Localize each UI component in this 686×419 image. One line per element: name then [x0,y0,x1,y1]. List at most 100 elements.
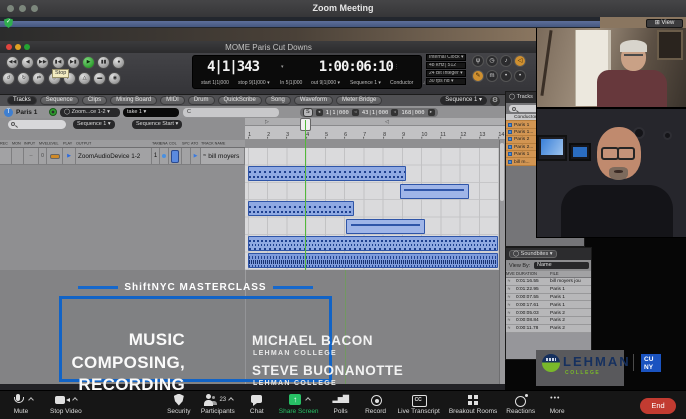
daw-tab[interactable]: QuickScribe [217,96,262,105]
mic-icon[interactable]: ψ [472,55,484,67]
column-header[interactable]: MVE [39,142,47,147]
aux-dark2-icon[interactable]: • [514,70,526,82]
audio-clip[interactable] [399,183,470,199]
column-header[interactable]: PLAY [63,142,72,147]
record-button[interactable]: Record [363,391,389,419]
clock-setting-field[interactable]: 24 Bit Integer ▾ [426,70,466,77]
soundbite-row[interactable]: ≈ 0:01:16.55 bill moyers jou [506,278,591,286]
aux-dark-icon[interactable]: • [500,70,512,82]
soundbite-row[interactable]: ≈ 0:00:11.78 Paris 2 [506,324,591,333]
fast-forward-icon[interactable]: ▶▶ [36,56,50,69]
reactions-button[interactable]: Reactions [506,391,535,419]
clip-name-field[interactable]: C [183,108,279,117]
column-header[interactable]: FILE [550,272,578,277]
breakout-rooms-button[interactable]: Breakout Rooms [449,391,497,419]
punch-out-marker-icon[interactable]: ◁ [385,119,389,125]
daw-tab[interactable]: Waveform [293,96,333,105]
clock-setting-field[interactable]: Internal Clock ▾ [426,54,466,61]
metronome-icon[interactable]: △ [78,72,91,85]
track-name-cell[interactable]: ≈ bill moyers [201,148,245,165]
more-button[interactable]: More [544,391,570,419]
daw-tab[interactable]: MIDI [160,96,185,105]
soundbites-panel-title[interactable]: ◯ Soundbites ▾ [509,250,557,258]
soundbite-row[interactable]: ≈ 0:01:22.95 Paris 1 [506,285,591,294]
column-header[interactable]: MVE [506,272,515,277]
participant-video-1[interactable] [536,28,686,108]
speaker-mute-icon[interactable]: ♪ [500,55,512,67]
play-icon[interactable]: ▶ [82,56,95,69]
view-by-dropdown[interactable]: Name [534,262,589,269]
column-header[interactable]: TRACK NAME [201,142,228,147]
track-row[interactable]: -- 0 ▶ ZoomAudioDevice 1-2 1 ▶ ≈ bill moy… [0,148,245,166]
soundbite-row[interactable]: ≈ 0:00:17.61 Paris 1 [506,301,591,310]
daw-tab[interactable]: Drum [187,96,215,105]
view-button[interactable]: ⊞ View [646,19,683,28]
sequence-dropdown[interactable]: Sequence 1 ▾ [73,120,115,129]
selected-track-label[interactable]: Paris 1 [16,109,37,116]
end-meeting-button[interactable]: End [640,398,676,414]
record-icon[interactable]: ● [112,56,126,69]
chevron-up-icon[interactable] [72,397,79,403]
record-enable-dot[interactable] [49,108,57,116]
chevron-up-icon[interactable] [27,397,34,403]
rec-cell[interactable] [0,148,12,165]
daw-tab[interactable]: Clips [81,96,108,105]
daw-tab[interactable]: Mixing Board [110,96,158,105]
chat-button[interactable]: Chat [244,391,270,419]
daw-tab[interactable]: Song [264,96,291,105]
audio-clip[interactable] [248,236,498,251]
column-header[interactable]: TAKE [152,142,161,147]
playhead-line[interactable] [305,126,306,270]
take-selector[interactable]: take 1 ▾ [123,108,179,117]
clock-icon[interactable]: ◷ [486,55,498,67]
speaker-icon[interactable]: ◃ [351,109,359,116]
soundbite-row[interactable]: ≈ 0:00:05.03 Paris 2 [506,309,591,317]
transport-field[interactable]: Sequence 1 ▾ [350,80,381,86]
play-cell[interactable]: ▶ [63,148,76,165]
enable-cell[interactable] [160,148,169,165]
column-header[interactable]: ATO [191,142,198,147]
soundbite-row[interactable]: ≈ 0:00:07.55 Paris 1 [506,293,591,302]
column-header[interactable]: INPUT [24,142,35,147]
sequence-selector[interactable]: Sequence 1 ▾ [440,96,487,105]
audio-clip[interactable] [346,218,425,234]
loop-icon[interactable]: ↺ [2,72,15,85]
clock-setting-field[interactable]: 30 fps nd ▾ [426,78,466,85]
output-selector[interactable]: ◯ Zoom...ce 1-2 ▾ [60,108,120,117]
timecode-counter[interactable]: 1:00:06:10 [319,59,394,75]
stop-video-button[interactable]: Stop Video [50,391,82,419]
transport-field[interactable]: out 9|1|000 ▾ [311,80,340,86]
selection-length-counter[interactable]: 168|000 [401,110,424,116]
return-to-start-icon[interactable]: ▮◀ [51,56,65,69]
speaker-icon[interactable]: ◃ [391,109,399,116]
measure-ruler[interactable]: 1 2 3 4 5 6 7 8 9 10 11 12 13 14 [245,126,505,140]
daw-titlebar[interactable]: MOME Paris Cut Downs [0,41,537,53]
memory-marker-strip[interactable]: ▷ ◁ [245,118,505,126]
daw-tab[interactable]: Sequence [39,96,79,105]
slave-icon[interactable]: ◉ [108,72,122,85]
timecode-caret-icon[interactable]: ⋮ [394,64,399,70]
track-type-badge[interactable]: T [4,108,13,117]
transport-field[interactable]: start 1|1|000 [201,80,229,86]
take-cell[interactable]: 1 [152,148,160,165]
bars-beats-counter[interactable]: 4|1|343 [207,59,260,75]
position-dropdown[interactable]: Sequence Start ▾ [132,120,183,129]
mute-cell[interactable]: 0 [39,148,47,165]
daw-tab[interactable]: Tracks [7,96,37,105]
mon-cell[interactable] [12,148,24,165]
chevron-up-icon[interactable] [305,397,312,403]
column-header[interactable]: COL [169,142,177,147]
security-button[interactable]: Security [166,391,192,419]
step-back-icon[interactable]: ◀ [21,56,35,69]
audio-clip[interactable] [248,166,406,182]
column-header[interactable]: DURATION [516,272,539,277]
selection-start-counter[interactable]: 1|1|000 [326,110,349,116]
daw-tab[interactable]: Meter Bridge [336,96,383,105]
column-header[interactable]: MON [12,142,21,147]
transport-field[interactable]: In 5|1|000 [280,80,302,86]
scrollbar-thumb[interactable] [500,143,504,201]
clock-setting-field[interactable]: 48 kHz│512 [426,62,466,69]
participant-video-2[interactable] [536,108,686,238]
level-cell[interactable] [47,148,63,165]
audio-clip[interactable] [248,201,354,217]
